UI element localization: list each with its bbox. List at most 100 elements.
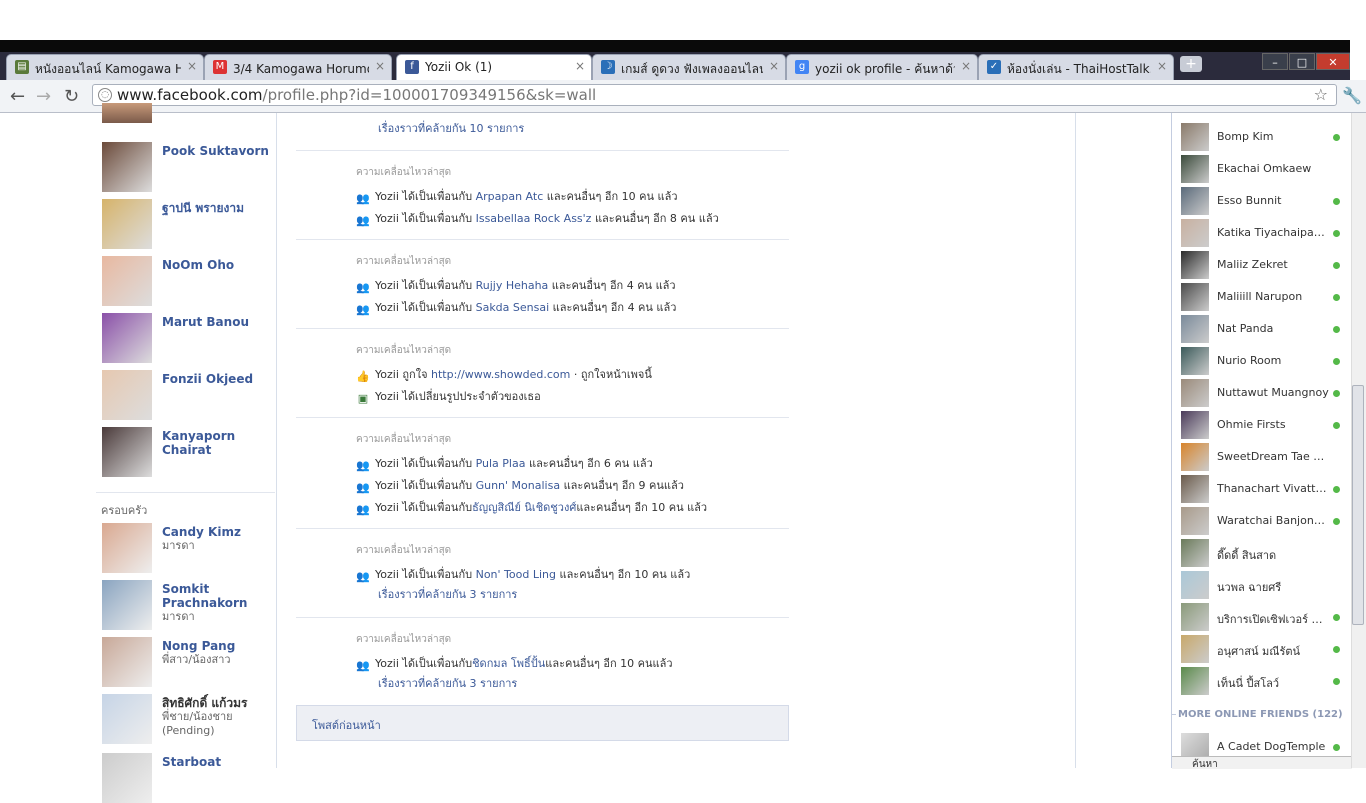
new-tab-button[interactable]: +: [1180, 56, 1202, 72]
friend-item[interactable]: Pook Suktavorn: [102, 142, 272, 192]
friend-photo[interactable]: [102, 370, 152, 420]
back-button[interactable]: ←: [10, 86, 25, 107]
chat-friend-name[interactable]: ดี๊ดดี้ สินสาด: [1217, 546, 1329, 564]
chat-friend[interactable]: Nat Panda: [1181, 315, 1346, 343]
friend-photo[interactable]: [102, 427, 152, 477]
family-name[interactable]: Somkit Prachnakorn: [162, 582, 272, 610]
chat-avatar[interactable]: [1181, 507, 1209, 535]
chat-avatar[interactable]: [1181, 123, 1209, 151]
chat-friend-name[interactable]: Thanachart Vivattan...: [1217, 482, 1329, 495]
chat-friend[interactable]: Nuttawut Muangnoy: [1181, 379, 1346, 407]
chat-avatar[interactable]: [1181, 187, 1209, 215]
chat-friend[interactable]: Ekachai Omkaew: [1181, 155, 1346, 183]
close-tab-icon[interactable]: ×: [375, 59, 385, 73]
chat-avatar[interactable]: [1181, 155, 1209, 183]
chat-friend[interactable]: เท็นนี่ ปี้สโลว์: [1181, 667, 1346, 695]
browser-tab[interactable]: f Yozii Ok (1) ×: [396, 54, 592, 80]
similar-stories-link[interactable]: เรื่องราวที่คล้ายกัน 3 รายการ: [378, 585, 517, 603]
chat-friend[interactable]: Ohmie Firsts: [1181, 411, 1346, 439]
chat-friend[interactable]: SweetDream Tae Ta...: [1181, 443, 1346, 471]
chat-avatar[interactable]: [1181, 347, 1209, 375]
friend-item[interactable]: Fonzii Okjeed: [102, 370, 272, 420]
friend-name[interactable]: ฐาปนี พรายงาม: [162, 201, 272, 215]
chat-friend-name[interactable]: Katika Tiyachaipanich: [1217, 226, 1329, 239]
maximize-button[interactable]: □: [1289, 53, 1315, 70]
chat-friend-name[interactable]: Bomp Kim: [1217, 130, 1329, 143]
friend-name[interactable]: Pook Suktavorn: [162, 144, 272, 158]
reload-button[interactable]: ↻: [64, 86, 79, 107]
chat-friend[interactable]: Esso Bunnit: [1181, 187, 1346, 215]
browser-tab[interactable]: ☽ เกมส์ ดูดวง ฟังเพลงออนไลน์ ต ×: [592, 54, 786, 80]
chat-friend-name[interactable]: Ekachai Omkaew: [1217, 162, 1329, 175]
family-name[interactable]: สิทธิศักดิ์ แก้วมร: [162, 696, 272, 710]
chat-friend-name[interactable]: Nuttawut Muangnoy: [1217, 386, 1329, 399]
family-member[interactable]: สิทธิศักดิ์ แก้วมร พี่ชาย/น้องชาย (Pendin…: [102, 694, 272, 744]
family-photo[interactable]: [102, 694, 152, 744]
chat-friend[interactable]: Bomp Kim: [1181, 123, 1346, 151]
close-tab-icon[interactable]: ×: [1157, 59, 1167, 73]
chat-friend[interactable]: อนุศาสน์ มณีรัตน์: [1181, 635, 1346, 663]
browser-tab[interactable]: ▤ หนังออนไลน์ Kamogawa Hor ×: [6, 54, 204, 80]
chat-friend-name[interactable]: นวพล ฉายศรี: [1217, 578, 1329, 596]
chat-friend[interactable]: บริการเปิดเซิฟเวอร์ แร...: [1181, 603, 1346, 631]
friend-item[interactable]: NoOm Oho: [102, 256, 272, 306]
chat-friend[interactable]: Waratchai Banjongvilas: [1181, 507, 1346, 535]
chat-avatar[interactable]: [1181, 603, 1209, 631]
chat-avatar[interactable]: [1181, 379, 1209, 407]
browser-tab[interactable]: g yozii ok profile - ค้นหาด้วย G ×: [786, 54, 978, 80]
family-name[interactable]: Starboat: [162, 755, 272, 769]
story-link[interactable]: Arpapan Atc: [476, 190, 544, 203]
chat-avatar[interactable]: [1181, 635, 1209, 663]
chat-friend-name[interactable]: เท็นนี่ ปี้สโลว์: [1217, 674, 1329, 692]
story-link[interactable]: http://www.showded.com: [431, 368, 570, 381]
chat-friend-name[interactable]: Esso Bunnit: [1217, 194, 1329, 207]
family-photo[interactable]: [102, 753, 152, 803]
story-link[interactable]: Sakda Sensai: [476, 301, 550, 314]
chat-friend-name[interactable]: Nurio Room: [1217, 354, 1329, 367]
close-tab-icon[interactable]: ×: [961, 59, 971, 73]
chat-avatar[interactable]: [1181, 571, 1209, 599]
family-member[interactable]: Nong Pang พี่สาว/น้องสาว: [102, 637, 272, 687]
family-photo[interactable]: [102, 637, 152, 687]
friend-item[interactable]: ฐาปนี พรายงาม: [102, 199, 272, 249]
family-member[interactable]: Somkit Prachnakorn มารดา: [102, 580, 272, 630]
chat-friend[interactable]: Thanachart Vivattan...: [1181, 475, 1346, 503]
chat-friend[interactable]: Maliiz Zekret: [1181, 251, 1346, 279]
chat-avatar[interactable]: [1181, 539, 1209, 567]
chat-friend[interactable]: นวพล ฉายศรี: [1181, 571, 1346, 599]
story-link[interactable]: ชิดกมล โพธิ์ปั้น: [472, 657, 545, 670]
chat-friend-name[interactable]: Maliiz Zekret: [1217, 258, 1329, 271]
friend-item[interactable]: Marut Banou: [102, 313, 272, 363]
wrench-menu-icon[interactable]: 🔧: [1342, 86, 1362, 105]
chat-friend-name[interactable]: SweetDream Tae Ta...: [1217, 450, 1329, 463]
story-link[interactable]: Pula Plaa: [476, 457, 526, 470]
minimize-button[interactable]: –: [1262, 53, 1288, 70]
family-name[interactable]: Candy Kimz: [162, 525, 272, 539]
forward-button[interactable]: →: [36, 86, 51, 107]
friend-photo[interactable]: [102, 199, 152, 249]
chat-search-bar[interactable]: ค้นหา: [1172, 756, 1352, 772]
browser-tab[interactable]: ✓ ห้องนั่งเล่น - ThaiHostTalk.co ×: [978, 54, 1174, 80]
chat-friend-name[interactable]: อนุศาสน์ มณีรัตน์: [1217, 642, 1329, 660]
story-link[interactable]: Gunn' Monalisa: [476, 479, 560, 492]
family-member[interactable]: Starboat: [102, 753, 272, 803]
chat-friend-name[interactable]: Maliiill Narupon: [1217, 290, 1329, 303]
friend-name[interactable]: NoOm Oho: [162, 258, 272, 272]
story-link[interactable]: Non' Tood Ling: [476, 568, 556, 581]
older-posts-button[interactable]: โพสต์ก่อนหน้า: [296, 705, 789, 741]
chat-avatar[interactable]: [1181, 283, 1209, 311]
chat-friend[interactable]: Katika Tiyachaipanich: [1181, 219, 1346, 247]
family-member[interactable]: Candy Kimz มารดา: [102, 523, 272, 573]
chat-friend[interactable]: Maliiill Narupon: [1181, 283, 1346, 311]
chat-avatar[interactable]: [1181, 475, 1209, 503]
chat-avatar[interactable]: [1181, 411, 1209, 439]
chat-friend-name[interactable]: Ohmie Firsts: [1217, 418, 1329, 431]
bookmark-star-icon[interactable]: ☆: [1314, 85, 1328, 104]
chat-avatar[interactable]: [1181, 219, 1209, 247]
family-name[interactable]: Nong Pang: [162, 639, 272, 653]
chat-avatar[interactable]: [1181, 667, 1209, 695]
close-window-button[interactable]: ✕: [1316, 53, 1350, 70]
family-photo[interactable]: [102, 580, 152, 630]
chat-search-input[interactable]: ค้นหา: [1192, 757, 1218, 772]
friend-photo[interactable]: [102, 142, 152, 192]
